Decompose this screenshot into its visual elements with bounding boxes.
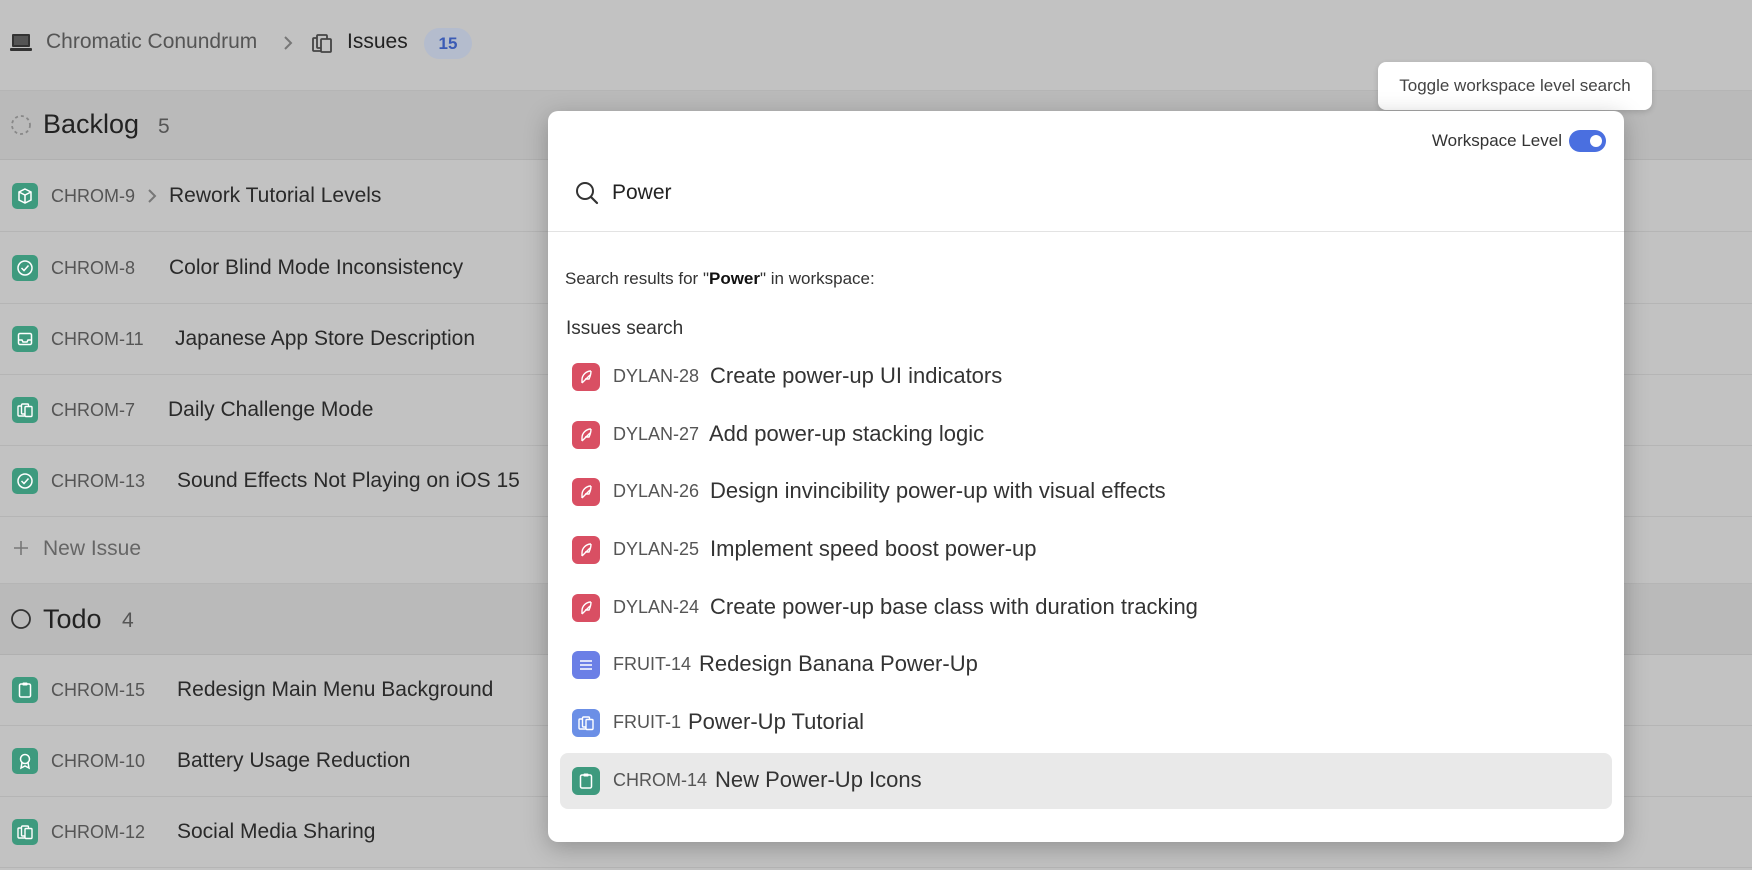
- search-modal: Workspace Level Search results for "Powe…: [548, 111, 1624, 842]
- result-title: Create power-up UI indicators: [710, 363, 1003, 388]
- result-id: DYLAN-26: [613, 481, 700, 501]
- issue-id: CHROM-7: [51, 400, 135, 420]
- results-label: Search results for "Power" in workspace:: [565, 269, 875, 289]
- result-title: Power-Up Tutorial: [688, 709, 865, 734]
- toggle-knob: [1590, 135, 1602, 147]
- result-id: DYLAN-24: [613, 597, 700, 617]
- feather-icon: [572, 363, 600, 391]
- search-icon: [576, 182, 599, 205]
- issue-id: CHROM-10: [51, 751, 146, 771]
- clipboard-icon: [12, 677, 38, 703]
- search-result-selected[interactable]: CHROM-14 New Power-Up Icons: [560, 753, 1612, 809]
- search-result[interactable]: DYLAN-25 Implement speed boost power-up: [560, 522, 1612, 578]
- result-title: Create power-up base class with duration…: [710, 594, 1198, 619]
- result-id: DYLAN-28: [613, 366, 700, 386]
- issue-title: Japanese App Store Description: [175, 327, 476, 350]
- issue-title: Rework Tutorial Levels: [169, 184, 382, 207]
- group-count: 4: [122, 609, 134, 632]
- search-input[interactable]: [612, 177, 1412, 209]
- issue-title: Color Blind Mode Inconsistency: [169, 256, 464, 279]
- feather-icon: [572, 421, 600, 449]
- group-count: 5: [158, 115, 170, 138]
- new-issue-label: New Issue: [43, 537, 142, 560]
- stack-icon: [12, 397, 38, 423]
- laptop-icon: [10, 34, 32, 51]
- result-id: DYLAN-27: [613, 424, 700, 444]
- workspace-level-label: Workspace Level: [1431, 131, 1562, 150]
- issue-id: CHROM-8: [51, 258, 135, 278]
- result-title: Design invincibility power-up with visua…: [710, 478, 1166, 503]
- issue-title: Social Media Sharing: [177, 820, 376, 843]
- results-query: Power: [708, 269, 761, 288]
- stack-icon: [312, 34, 332, 53]
- cube-icon: [12, 183, 38, 209]
- result-id: FRUIT-1: [613, 712, 682, 732]
- result-id: FRUIT-14: [613, 654, 692, 674]
- todo-status-icon: [11, 609, 31, 629]
- stack-icon: [572, 709, 600, 737]
- issue-id: CHROM-13: [51, 471, 146, 491]
- clipboard-icon: [572, 767, 600, 795]
- result-id: CHROM-14: [613, 770, 708, 790]
- result-title: New Power-Up Icons: [715, 767, 922, 792]
- result-id: DYLAN-25: [613, 539, 700, 559]
- issue-title: Daily Challenge Mode: [168, 398, 374, 421]
- toggle-tooltip: Toggle workspace level search: [1378, 62, 1652, 110]
- issue-id: CHROM-9: [51, 186, 135, 206]
- result-title: Add power-up stacking logic: [709, 421, 985, 446]
- issue-title: Battery Usage Reduction: [177, 749, 411, 772]
- group-title: Backlog: [43, 109, 140, 139]
- search-result[interactable]: FRUIT-14 Redesign Banana Power-Up: [560, 637, 1612, 693]
- search-result[interactable]: DYLAN-26 Design invincibility power-up w…: [560, 464, 1612, 520]
- breadcrumb-issues[interactable]: Issues: [347, 30, 408, 54]
- plus-icon: [14, 541, 28, 555]
- issue-title: Sound Effects Not Playing on iOS 15: [177, 469, 520, 492]
- stack-icon: [12, 819, 38, 845]
- backlog-status-icon: [11, 115, 31, 135]
- search-result[interactable]: DYLAN-24 Create power-up base class with…: [560, 580, 1612, 636]
- issue-id: CHROM-15: [51, 680, 146, 700]
- result-title: Redesign Banana Power-Up: [699, 651, 978, 676]
- result-title: Implement speed boost power-up: [710, 536, 1037, 561]
- award-icon: [12, 748, 38, 774]
- issue-count-badge: 15: [424, 28, 472, 59]
- list-icon: [572, 651, 600, 679]
- issue-id: CHROM-12: [51, 822, 146, 842]
- inbox-icon: [12, 326, 38, 352]
- workspace-level-toggle[interactable]: [1569, 130, 1606, 152]
- issue-title: Redesign Main Menu Background: [177, 678, 494, 701]
- feather-icon: [572, 536, 600, 564]
- divider: [548, 231, 1624, 232]
- chevron-right-icon: [284, 36, 293, 50]
- check-circle-icon: [12, 468, 38, 494]
- results-prefix: Search results for ": [565, 269, 709, 288]
- check-circle-icon: [12, 255, 38, 281]
- results-suffix: " in workspace:: [760, 269, 875, 288]
- search-result[interactable]: DYLAN-27 Add power-up stacking logic: [560, 407, 1612, 463]
- search-result[interactable]: FRUIT-1 Power-Up Tutorial: [560, 695, 1612, 751]
- feather-icon: [572, 594, 600, 622]
- search-result[interactable]: DYLAN-28 Create power-up UI indicators: [560, 349, 1612, 405]
- section-label: Issues search: [566, 318, 684, 339]
- workspace-name[interactable]: Chromatic Conundrum: [46, 30, 257, 54]
- chevron-right-icon[interactable]: [145, 186, 159, 206]
- group-title: Todo: [43, 604, 102, 634]
- issue-id: CHROM-11: [51, 329, 144, 349]
- feather-icon: [572, 478, 600, 506]
